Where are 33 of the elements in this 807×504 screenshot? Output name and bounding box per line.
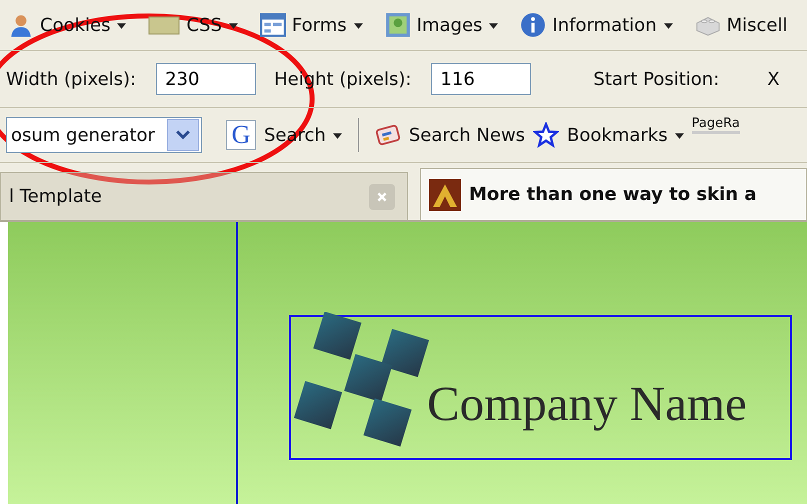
star-icon	[533, 122, 560, 148]
field-label: X	[767, 68, 780, 90]
chevron-down-icon	[176, 130, 190, 140]
dropdown-button[interactable]	[167, 119, 199, 151]
field-label: Width (pixels):	[6, 68, 136, 90]
toolbar-menu[interactable]: Images	[416, 14, 498, 36]
search-engine-logo: G	[226, 120, 256, 150]
caret-icon	[354, 22, 363, 29]
toolbar-menu[interactable]: Information	[552, 14, 673, 36]
caret-icon	[674, 132, 684, 139]
picture-icon	[384, 12, 411, 38]
checker-logo-icon	[291, 312, 431, 448]
height-field[interactable]: 116	[431, 63, 532, 95]
caret-icon	[664, 22, 673, 29]
company-name: Company Name	[427, 375, 747, 432]
search-news-button[interactable]: Search News	[408, 124, 526, 146]
caret-icon	[489, 22, 498, 29]
search-combo-box[interactable]: osum generator	[6, 117, 202, 153]
form-icon	[260, 12, 286, 38]
browser-tab[interactable]: More than one way to skin a	[420, 168, 807, 220]
caret-icon	[117, 22, 126, 29]
bookmarks-button[interactable]: Bookmarks	[567, 124, 684, 146]
field-label: Start Position:	[593, 68, 720, 90]
close-icon	[376, 190, 388, 202]
info-icon	[520, 12, 546, 38]
width-field[interactable]: 230	[156, 63, 256, 95]
browser-tab[interactable]: l Template	[0, 172, 408, 220]
toolbar-menu[interactable]: Forms	[292, 14, 363, 36]
pagerank-label: PageRa	[692, 116, 740, 134]
tab-favicon-icon	[429, 178, 461, 210]
toolbar-menu[interactable]: Miscell	[726, 14, 788, 36]
caret-icon	[228, 22, 238, 29]
caret-icon	[332, 132, 342, 139]
